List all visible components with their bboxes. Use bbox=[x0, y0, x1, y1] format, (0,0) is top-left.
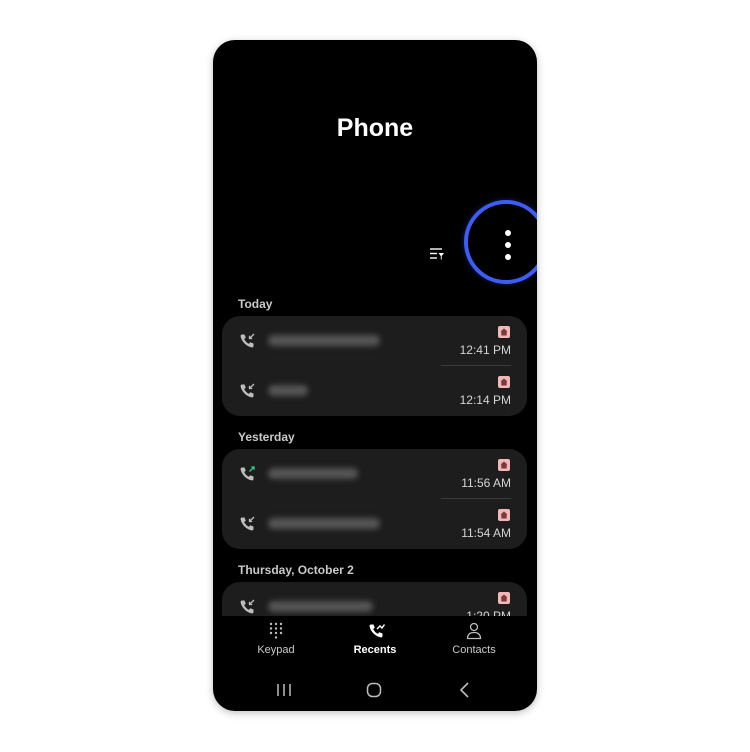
bottom-tab-bar: Keypad Recents Contacts bbox=[213, 616, 537, 661]
filter-icon[interactable] bbox=[428, 245, 446, 263]
incoming-call-icon bbox=[240, 383, 255, 398]
blurred-caller-name bbox=[268, 468, 358, 479]
call-time: 11:56 AM bbox=[461, 476, 511, 490]
call-log-row[interactable]: 11:56 AM bbox=[222, 449, 527, 499]
blurred-caller-name bbox=[268, 335, 380, 346]
phone-screen: Phone Today 12:41 PM 12:14 PM Yesterday … bbox=[213, 40, 537, 711]
call-log-row[interactable]: 11:54 AM bbox=[222, 499, 527, 549]
recents-icon bbox=[369, 624, 385, 638]
back-icon[interactable] bbox=[452, 677, 478, 703]
call-log-row[interactable]: 12:14 PM bbox=[222, 366, 527, 416]
section-label-thursday: Thursday, October 2 bbox=[238, 563, 354, 577]
outgoing-call-icon bbox=[240, 466, 255, 481]
page-title: Phone bbox=[336, 114, 414, 142]
tab-recents[interactable]: Recents bbox=[321, 616, 429, 661]
incoming-call-icon bbox=[240, 333, 255, 348]
home-icon bbox=[498, 459, 510, 471]
blurred-caller-name bbox=[268, 601, 373, 612]
tab-recents-label: Recents bbox=[353, 644, 397, 656]
system-nav-bar bbox=[213, 673, 537, 705]
more-options-button[interactable] bbox=[464, 200, 537, 284]
tab-contacts[interactable]: Contacts bbox=[420, 616, 528, 661]
keypad-icon bbox=[269, 622, 283, 639]
section-label-today: Today bbox=[238, 297, 273, 311]
recent-apps-icon[interactable] bbox=[271, 677, 297, 703]
home-icon bbox=[498, 326, 510, 338]
call-log-row[interactable]: 12:41 PM bbox=[222, 316, 527, 366]
more-options-icon bbox=[505, 230, 511, 236]
blurred-caller-name bbox=[268, 518, 380, 529]
home-icon bbox=[498, 592, 510, 604]
call-group-today: 12:41 PM 12:14 PM bbox=[222, 316, 527, 416]
call-time: 12:41 PM bbox=[459, 343, 511, 357]
home-icon bbox=[498, 376, 510, 388]
incoming-call-icon bbox=[240, 516, 255, 531]
blurred-caller-name bbox=[268, 385, 308, 396]
home-nav-icon[interactable] bbox=[361, 677, 387, 703]
call-time: 11:54 AM bbox=[461, 526, 511, 540]
tab-contacts-label: Contacts bbox=[452, 644, 496, 656]
section-label-yesterday: Yesterday bbox=[238, 430, 295, 444]
contacts-icon bbox=[466, 622, 482, 640]
call-time: 12:14 PM bbox=[459, 393, 511, 407]
home-icon bbox=[498, 509, 510, 521]
tab-keypad-label: Keypad bbox=[257, 644, 295, 656]
incoming-call-icon bbox=[240, 599, 255, 614]
call-group-yesterday: 11:56 AM 11:54 AM bbox=[222, 449, 527, 549]
tab-keypad[interactable]: Keypad bbox=[222, 616, 330, 661]
